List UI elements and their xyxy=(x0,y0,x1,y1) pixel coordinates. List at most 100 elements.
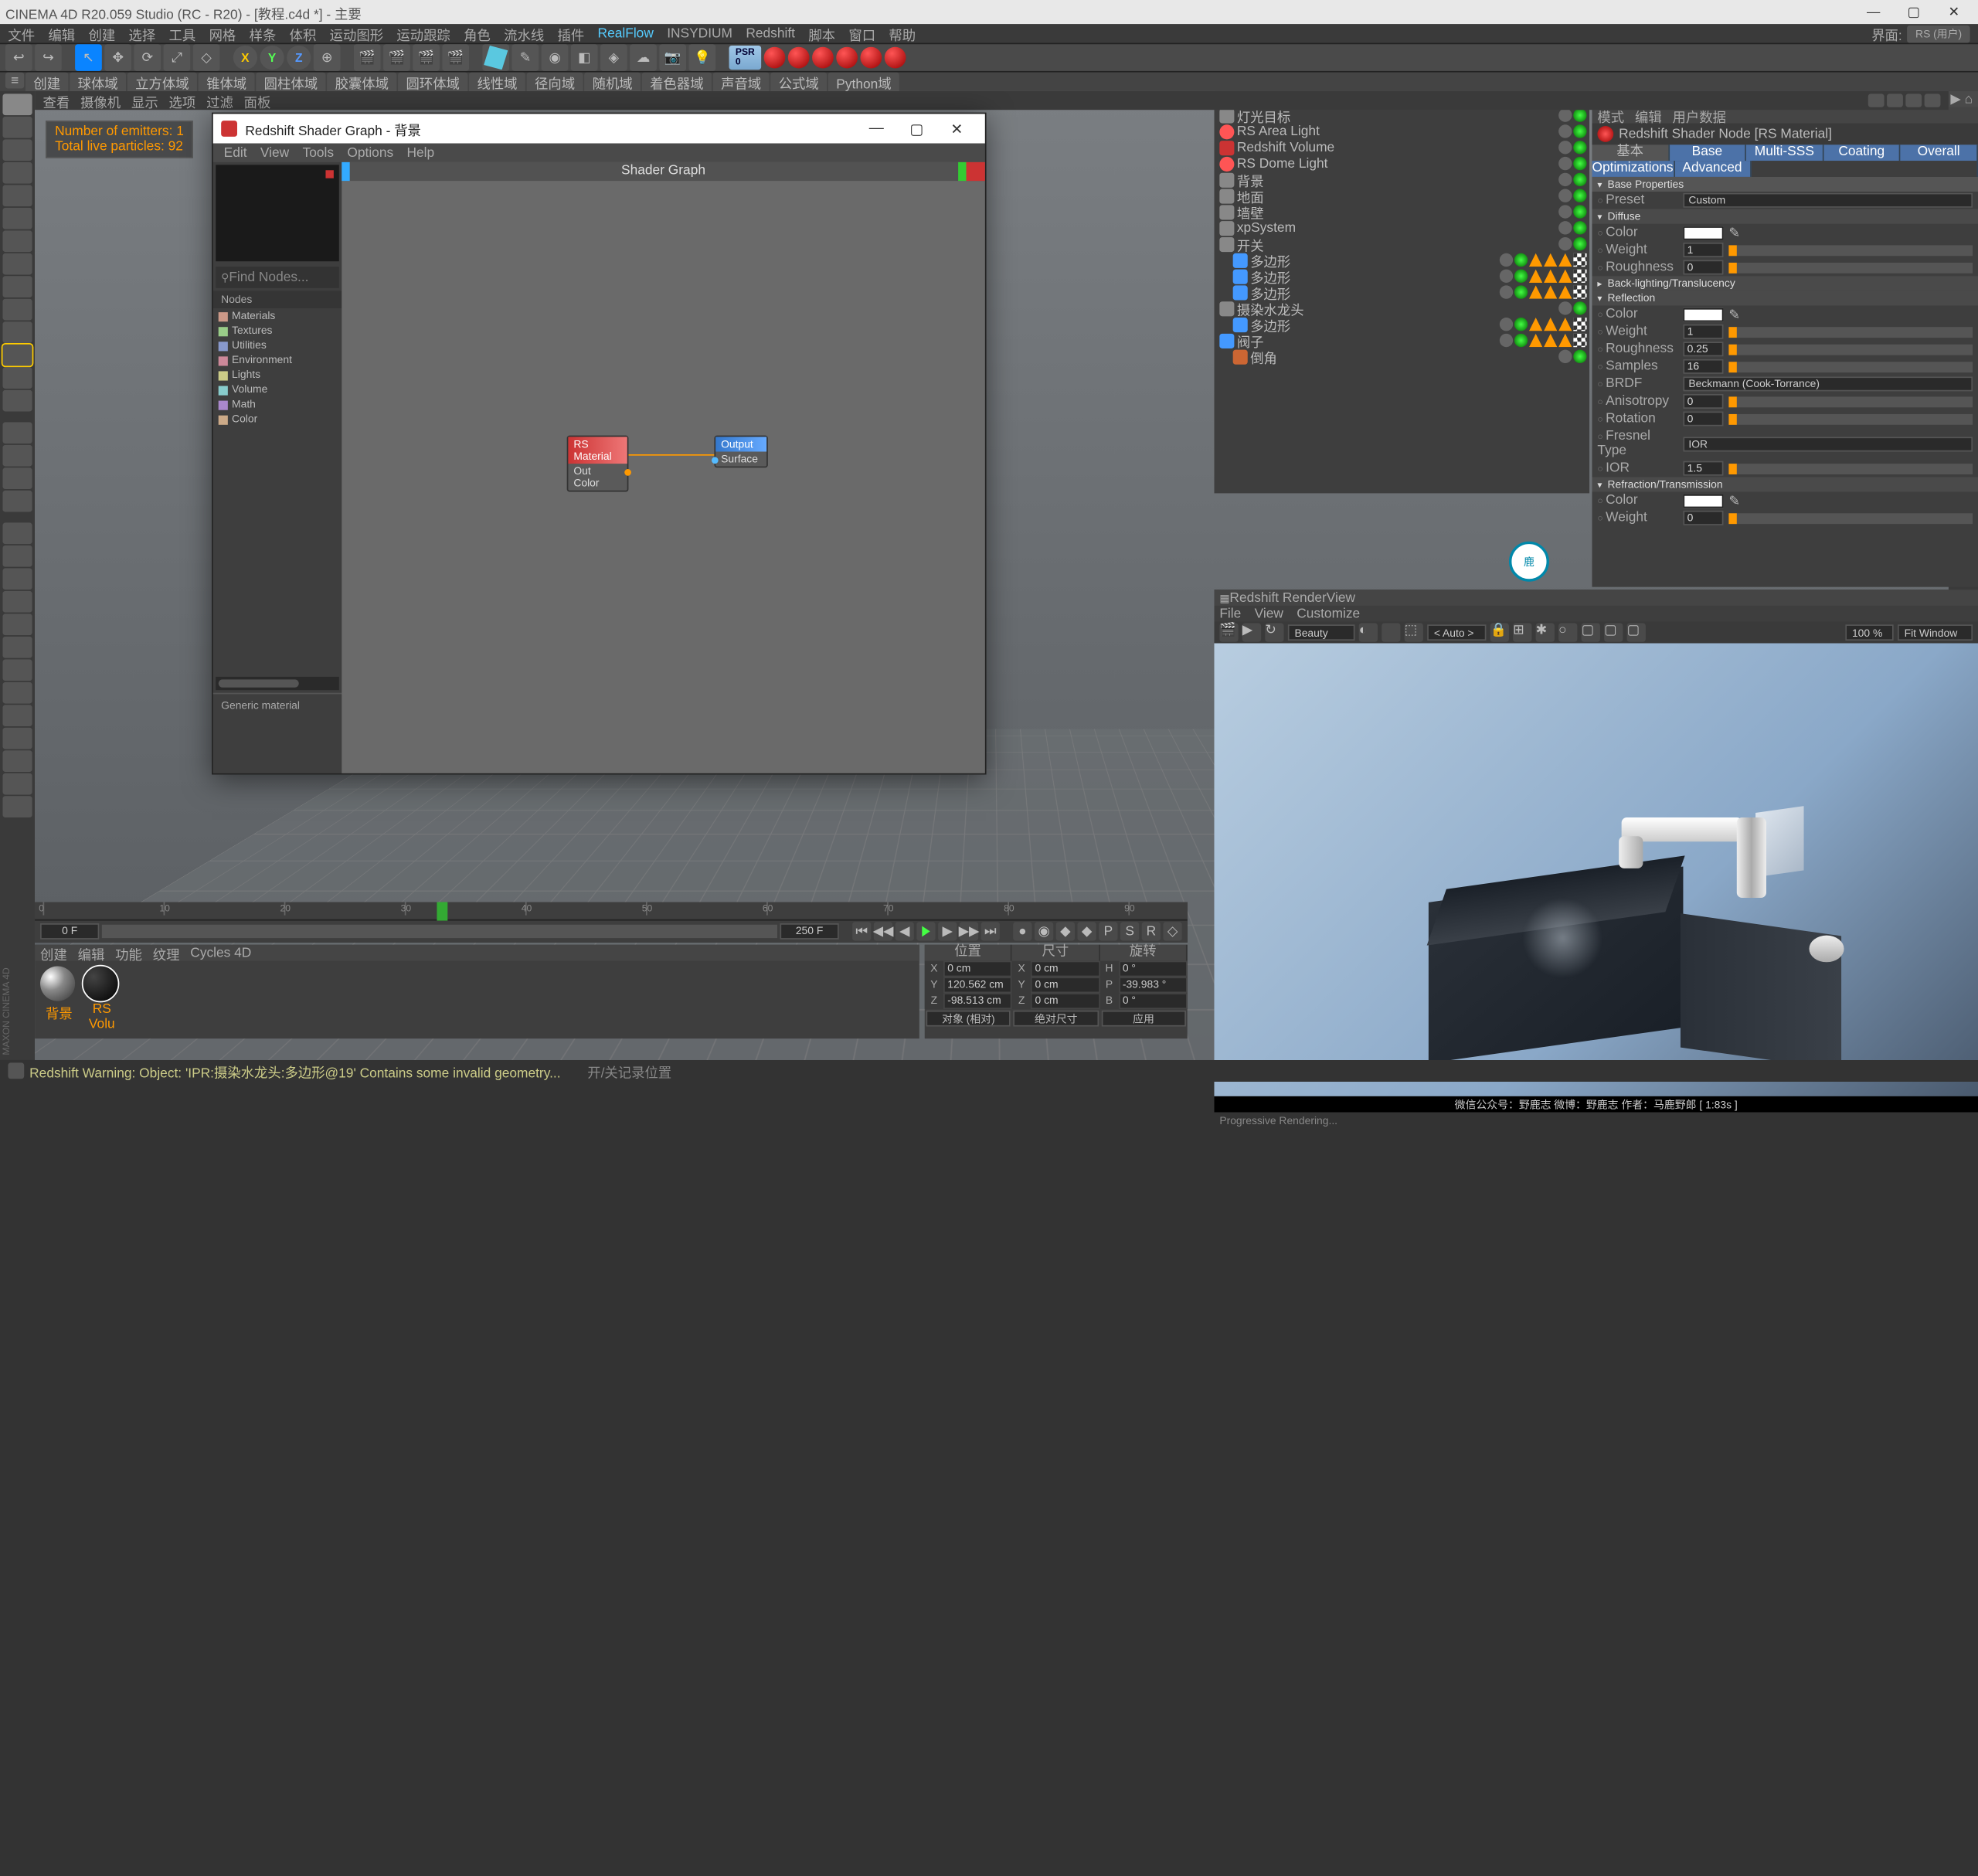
visibility-tag[interactable] xyxy=(1500,253,1513,267)
palette-tab[interactable]: 圆柱体域 xyxy=(256,73,325,91)
tool-icon[interactable] xyxy=(2,422,32,444)
rv-grid-icon[interactable]: ⊞ xyxy=(1513,624,1531,642)
key-button[interactable]: ◆ xyxy=(1056,922,1075,940)
axis-mode-icon[interactable] xyxy=(2,276,32,297)
render-tag[interactable] xyxy=(1514,270,1528,283)
tool-icon[interactable] xyxy=(2,591,32,613)
render-tag[interactable] xyxy=(1573,189,1586,202)
attr-tab[interactable]: 基本 xyxy=(1592,144,1669,161)
roughness-slider[interactable] xyxy=(1728,262,1973,273)
timeline-ruler[interactable]: 0102030405060708090 xyxy=(35,902,1188,920)
coord-mode-dropdown[interactable]: 对象 (相对) xyxy=(926,1011,1011,1027)
autokey-button[interactable]: ◉ xyxy=(1035,922,1053,940)
warning-tag[interactable] xyxy=(1544,285,1557,298)
refr-weight-slider[interactable] xyxy=(1728,512,1973,523)
samples-input[interactable]: 16 xyxy=(1683,359,1723,374)
attr-tab[interactable]: Multi-SSS xyxy=(1746,144,1823,161)
menu-item[interactable]: 样条 xyxy=(250,23,277,43)
tool-icon[interactable] xyxy=(2,613,32,635)
warning-tag[interactable] xyxy=(1544,334,1557,347)
z-axis-lock[interactable]: Z xyxy=(287,46,311,70)
palette-tab[interactable]: 着色器域 xyxy=(642,73,712,91)
palette-tab[interactable]: 立方体域 xyxy=(127,73,197,91)
visibility-tag[interactable] xyxy=(1558,173,1572,186)
render-tag[interactable] xyxy=(1573,221,1586,234)
visibility-tag[interactable] xyxy=(1558,237,1572,250)
palette-tab[interactable]: Python域 xyxy=(828,73,899,91)
warning-tag[interactable] xyxy=(1558,270,1572,283)
menu-item[interactable]: 运动图形 xyxy=(330,23,383,43)
record-button-3[interactable] xyxy=(812,47,834,69)
menu-item[interactable]: 运动跟踪 xyxy=(396,23,450,43)
brdf-dropdown[interactable]: Beckmann (Cook-Torrance) xyxy=(1683,376,1973,391)
undo-button[interactable]: ↩ xyxy=(5,44,32,71)
mode-icon-selected[interactable] xyxy=(2,345,32,366)
attr-tab[interactable]: Coating xyxy=(1823,144,1901,161)
warning-tag[interactable] xyxy=(1558,285,1572,298)
tool-icon[interactable] xyxy=(2,728,32,749)
render-tag[interactable] xyxy=(1573,157,1586,170)
rv-menu[interactable]: Customize xyxy=(1297,607,1360,621)
rv-menu[interactable]: File xyxy=(1219,607,1241,621)
aniso-slider[interactable] xyxy=(1728,396,1973,407)
tool-icon[interactable] xyxy=(2,467,32,489)
point-mode-icon[interactable] xyxy=(2,139,32,161)
palette-tab[interactable]: 公式域 xyxy=(770,73,827,91)
menu-item[interactable]: 网格 xyxy=(209,23,236,43)
minimize-button[interactable]: — xyxy=(1854,2,1892,23)
node-category[interactable]: Environment xyxy=(213,352,342,367)
palette-tab[interactable]: 圆环体域 xyxy=(398,73,467,91)
rotate-tool[interactable]: ⟳ xyxy=(134,44,161,71)
size-input[interactable]: 0 cm xyxy=(1031,993,1099,1009)
render-tag[interactable] xyxy=(1573,205,1586,218)
redo-button[interactable]: ↪ xyxy=(35,44,62,71)
refl-rough-slider[interactable] xyxy=(1728,344,1973,355)
texture-tag[interactable] xyxy=(1573,285,1586,298)
palette-tab[interactable]: 球体域 xyxy=(70,73,126,91)
next-frame-button[interactable]: ▶ xyxy=(938,922,957,940)
render-tag[interactable] xyxy=(1573,301,1586,314)
node-category[interactable]: Color xyxy=(213,411,342,426)
visibility-tag[interactable] xyxy=(1500,285,1513,298)
output-node[interactable]: Output Surface xyxy=(714,436,767,468)
menu-item[interactable]: 插件 xyxy=(558,23,585,43)
viewport-nav-icon[interactable] xyxy=(1887,93,1903,107)
visibility-tag[interactable] xyxy=(1558,124,1572,138)
goto-end-button[interactable]: ⏭ xyxy=(981,922,1000,940)
material-thumbnail[interactable]: 背景 xyxy=(40,967,78,1032)
light-icon[interactable]: 💡 xyxy=(688,44,715,71)
dialog-menu-item[interactable]: Options xyxy=(347,145,393,160)
menu-item[interactable]: 编辑 xyxy=(48,23,75,43)
warning-tag[interactable] xyxy=(1529,285,1542,298)
visibility-tag[interactable] xyxy=(1558,157,1572,170)
key-s-button[interactable]: S xyxy=(1120,922,1139,940)
end-frame-input[interactable]: 250 F xyxy=(780,923,838,940)
viewport-menu[interactable]: 摄像机 xyxy=(80,91,121,110)
attr-section[interactable]: Back-lighting/Translucency xyxy=(1592,276,1978,291)
palette-tab[interactable]: 胶囊体域 xyxy=(327,73,396,91)
rv-auto-dropdown[interactable]: < Auto > xyxy=(1427,624,1486,641)
rv-button[interactable]: ▢ xyxy=(1604,624,1623,642)
timeline-range-slider[interactable] xyxy=(102,925,777,938)
key-button[interactable]: ◇ xyxy=(1163,922,1181,940)
record-button-5[interactable] xyxy=(860,47,882,69)
visibility-tag[interactable] xyxy=(1558,350,1572,363)
maximize-button[interactable]: ▢ xyxy=(1895,2,1932,23)
attr-section[interactable]: Reflection xyxy=(1592,291,1978,305)
texture-tag[interactable] xyxy=(1573,334,1586,347)
rot-input[interactable]: 0 ° xyxy=(1119,993,1188,1009)
viewport-menu[interactable]: 选项 xyxy=(169,91,196,110)
dialog-close-button[interactable]: ✕ xyxy=(936,120,977,138)
rv-button[interactable]: ◐ xyxy=(1359,624,1378,642)
warning-tag[interactable] xyxy=(1558,334,1572,347)
tool-icon[interactable] xyxy=(2,445,32,467)
y-axis-lock[interactable]: Y xyxy=(260,46,284,70)
dialog-titlebar[interactable]: Redshift Shader Graph - 背景 — ▢ ✕ xyxy=(213,114,985,143)
attr-tab[interactable]: Advanced xyxy=(1674,161,1751,177)
viewport-nav-icon[interactable] xyxy=(1925,93,1941,107)
menu-item[interactable]: 文件 xyxy=(8,23,35,43)
palette-tab[interactable]: 随机域 xyxy=(584,73,641,91)
playhead[interactable] xyxy=(437,902,447,920)
camera-icon[interactable]: 📷 xyxy=(659,44,686,71)
attr-section-header[interactable]: Base Properties xyxy=(1592,177,1978,192)
